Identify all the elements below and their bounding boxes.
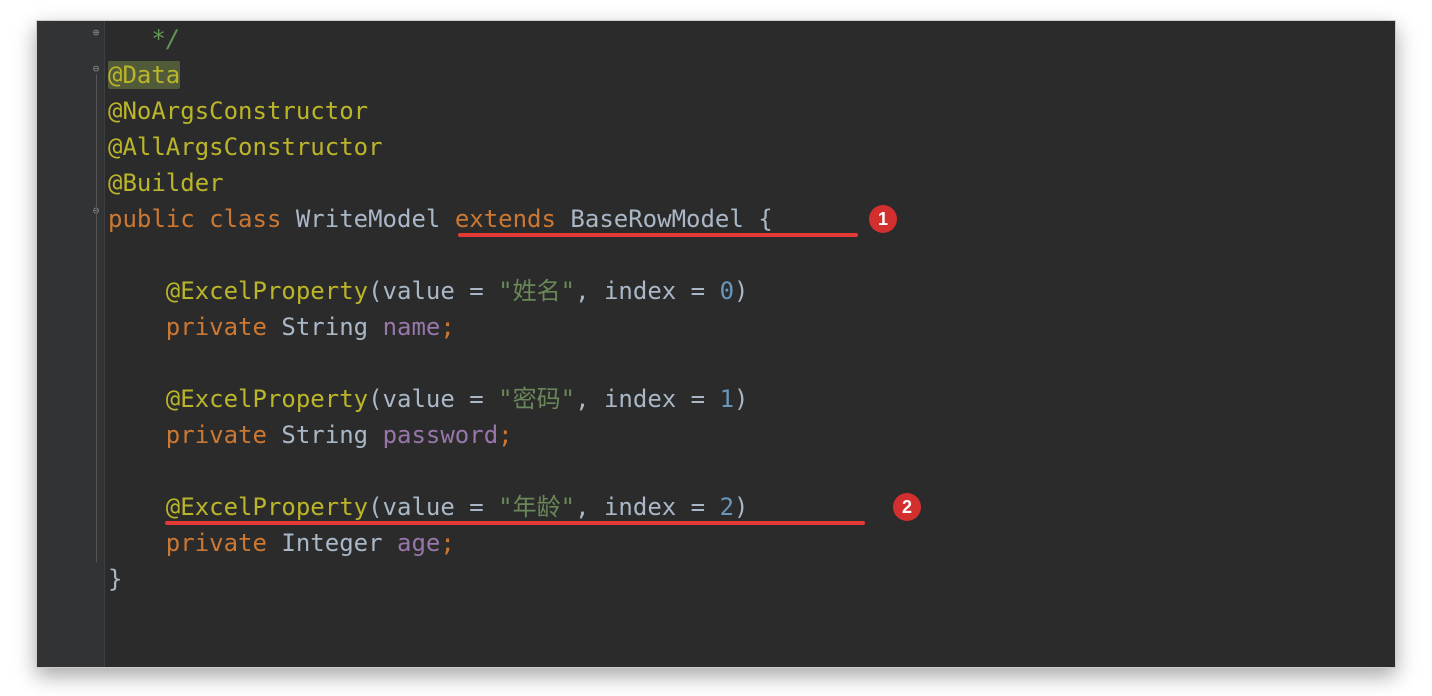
keyword-token: class <box>209 205 281 233</box>
code-editor[interactable]: */ @Data @NoArgsConstructor @AllArgsCons… <box>105 21 1395 667</box>
code-line: */ <box>108 21 1395 57</box>
string-token: "年龄" <box>498 493 575 521</box>
type-token: String <box>281 313 368 341</box>
code-line: @Builder <box>108 165 1395 201</box>
annotation-underline-1 <box>458 233 858 237</box>
annotation-underline-2 <box>165 521 865 525</box>
blank-line <box>108 345 1395 381</box>
code-line: @AllArgsConstructor <box>108 129 1395 165</box>
code-line: private Integer age; <box>108 525 1395 561</box>
brace-token: } <box>108 565 122 593</box>
editor-gutter: ⊕ ⊖ ⊖ <box>37 21 105 667</box>
code-line: private String password; <box>108 417 1395 453</box>
type-token: Integer <box>281 529 382 557</box>
param-name: index <box>604 277 676 305</box>
string-token: "密码" <box>498 385 575 413</box>
blank-line <box>108 453 1395 489</box>
string-token: "姓名" <box>498 277 575 305</box>
code-line: @ExcelProperty(value = "密码", index = 1) <box>108 381 1395 417</box>
annotation-token: @ExcelProperty <box>166 385 368 413</box>
annotation-token: @NoArgsConstructor <box>108 97 368 125</box>
ide-frame: ⊕ ⊖ ⊖ */ @Data @NoArgsConstructor @AllAr… <box>36 20 1396 668</box>
annotation-token: @Data <box>108 61 180 89</box>
keyword-token: private <box>166 421 267 449</box>
keyword-token: public <box>108 205 195 233</box>
fold-expand-icon[interactable]: ⊕ <box>90 27 102 39</box>
annotation-token: @ExcelProperty <box>166 493 368 521</box>
class-name-token: WriteModel <box>296 205 441 233</box>
code-line: public class WriteModel extends BaseRowM… <box>108 201 1395 237</box>
annotation-badge-2: 2 <box>893 493 921 521</box>
code-line: @Data <box>108 57 1395 93</box>
code-line: @ExcelProperty(value = "姓名", index = 0) <box>108 273 1395 309</box>
keyword-token: private <box>166 529 267 557</box>
fold-guide-line <box>96 74 97 562</box>
param-name: value <box>383 277 455 305</box>
param-name: index <box>604 493 676 521</box>
keyword-token: private <box>166 313 267 341</box>
annotation-token: @AllArgsConstructor <box>108 133 383 161</box>
number-token: 2 <box>720 493 734 521</box>
blank-line <box>108 237 1395 273</box>
code-line: @ExcelProperty(value = "年龄", index = 2) <box>108 489 1395 525</box>
annotation-token: @Builder <box>108 169 224 197</box>
field-name: age <box>397 529 440 557</box>
type-token: String <box>281 421 368 449</box>
class-name-token: BaseRowModel <box>570 205 743 233</box>
number-token: 0 <box>720 277 734 305</box>
number-token: 1 <box>720 385 734 413</box>
brace-token: { <box>744 205 773 233</box>
param-name: index <box>604 385 676 413</box>
keyword-token: extends <box>455 205 556 233</box>
annotation-badge-1: 1 <box>869 205 897 233</box>
annotation-token: @ExcelProperty <box>166 277 368 305</box>
code-line: } <box>108 561 1395 597</box>
field-name: name <box>383 313 441 341</box>
field-name: password <box>383 421 499 449</box>
code-line: @NoArgsConstructor <box>108 93 1395 129</box>
param-name: value <box>383 493 455 521</box>
param-name: value <box>383 385 455 413</box>
code-line: private String name; <box>108 309 1395 345</box>
comment-token: */ <box>151 25 180 53</box>
